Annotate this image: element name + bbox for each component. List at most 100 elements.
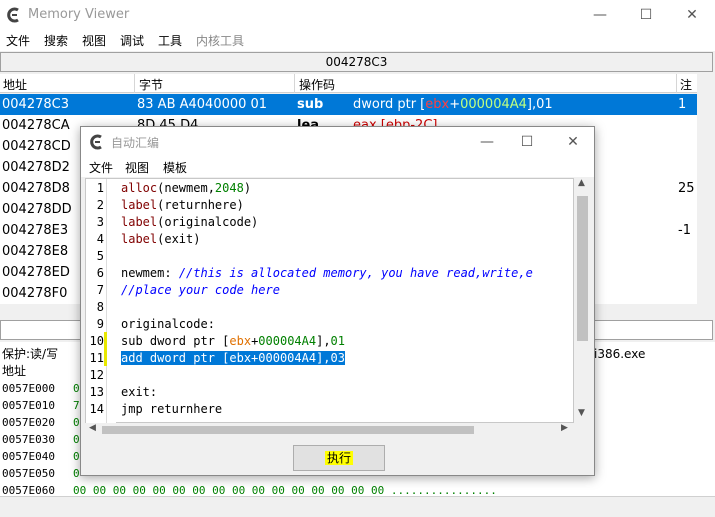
row-comment: 25 xyxy=(678,181,695,196)
line-number: 14 xyxy=(89,402,104,416)
hex-row-bytes: 0 xyxy=(73,450,80,463)
code-number: 2048 xyxy=(214,181,244,195)
line-number: 9 xyxy=(96,317,104,331)
code-text: sub dword ptr [ xyxy=(121,334,230,348)
editor-vscrollbar[interactable]: ▲ ▼ xyxy=(574,178,591,423)
maximize-icon[interactable]: ☐ xyxy=(636,5,656,25)
code-line: alloc(newmem,2048) xyxy=(121,181,251,195)
scroll-thumb[interactable] xyxy=(577,196,588,341)
close-icon[interactable]: ✕ xyxy=(682,5,702,25)
dialog-title: 自动汇编 xyxy=(111,136,160,150)
hex-row-address: 0057E050 xyxy=(2,467,55,480)
line-number: 10 xyxy=(89,334,104,348)
code-line: label(originalcode) xyxy=(121,215,258,229)
code-text: jmp returnhere xyxy=(121,402,223,416)
hex-row-bytes: 0 xyxy=(73,382,80,395)
code-editor[interactable]: 1 2 3 4 5 6 7 8 9 10 11 12 13 14 alloc(n… xyxy=(85,178,574,424)
scroll-down-icon[interactable]: ▼ xyxy=(578,408,585,418)
code-keyword: label xyxy=(121,215,158,229)
dialog-menu-view[interactable]: 视图 xyxy=(125,159,149,176)
hex-row-address: 0057E030 xyxy=(2,433,55,446)
code-line: sub dword ptr [ebx+000004A4],01 xyxy=(121,334,345,348)
hex-row-address: 0057E040 xyxy=(2,450,55,463)
hex-row-bytes: 0 xyxy=(73,433,80,446)
disasm-row[interactable]: 004278C3 83 AB A4040000 01 sub dword ptr… xyxy=(0,94,697,115)
menu-debug[interactable]: 调试 xyxy=(120,32,144,49)
dialog-menu-bar: 文件 视图 模板 xyxy=(81,157,594,177)
disassembler-header: 地址 字节 操作码 注释 xyxy=(0,74,697,109)
row-address: 004278F0 xyxy=(2,286,68,301)
row-address: 004278D2 xyxy=(2,160,70,175)
row-address: 004278CA xyxy=(2,118,70,133)
auto-assemble-dialog: 自动汇编 — ☐ ✕ 文件 视图 模板 1 2 3 4 5 6 7 8 9 10… xyxy=(80,126,595,476)
execute-button-label: 执行 xyxy=(324,451,353,465)
line-number: 11 xyxy=(89,351,104,365)
code-text: ) xyxy=(243,181,252,195)
main-title-bar: Memory Viewer — ☐ ✕ xyxy=(0,0,715,30)
row-comment: -1 xyxy=(678,223,691,238)
line-number: 6 xyxy=(96,266,104,280)
code-text: ], xyxy=(316,334,331,348)
hex-row-bytes: 0 xyxy=(73,467,80,480)
hex-row-address: 0057E020 xyxy=(2,416,55,429)
code-line: jmp returnhere xyxy=(121,402,222,416)
line-number: 13 xyxy=(89,385,104,399)
menu-tools[interactable]: 工具 xyxy=(158,32,182,49)
minimize-icon[interactable]: — xyxy=(477,132,497,152)
code-text: (exit) xyxy=(157,232,201,246)
row-address: 004278ED xyxy=(2,265,70,280)
line-number: 5 xyxy=(96,249,104,263)
code-label: exit: xyxy=(121,385,158,399)
code-text: (returnhere) xyxy=(157,198,244,212)
address-bar[interactable]: 004278C3 xyxy=(0,52,713,72)
menu-file[interactable]: 文件 xyxy=(6,32,30,49)
col-divider[interactable] xyxy=(294,74,295,93)
maximize-icon[interactable]: ☐ xyxy=(517,132,537,152)
dialog-title-bar: 自动汇编 — ☐ ✕ xyxy=(81,127,594,157)
selected-code: add dword ptr [ebx+000004A4],03 xyxy=(121,351,345,365)
line-number: 1 xyxy=(96,181,104,195)
row-args: dword ptr [ebx+000004A4],01 xyxy=(353,97,553,112)
line-number: 4 xyxy=(96,232,104,246)
dialog-menu-file[interactable]: 文件 xyxy=(89,159,113,176)
code-comment: //place your code here xyxy=(121,283,280,297)
scroll-left-icon[interactable]: ◀ xyxy=(89,423,96,433)
code-number: 000004A4 xyxy=(258,334,317,348)
code-label: newmem: xyxy=(121,266,172,280)
menu-kernel-tools[interactable]: 内核工具 xyxy=(196,32,244,49)
col-opcode[interactable]: 操作码 xyxy=(299,76,335,93)
cheat-engine-logo-icon xyxy=(90,134,102,150)
scroll-right-icon[interactable]: ▶ xyxy=(561,423,568,433)
execute-button[interactable]: 执行 xyxy=(293,445,385,471)
hex-row-bytes: 7 xyxy=(73,399,80,412)
code-register: ebx xyxy=(229,334,252,348)
modified-marker xyxy=(104,332,107,366)
dialog-menu-template[interactable]: 模板 xyxy=(163,159,187,176)
col-divider[interactable] xyxy=(134,74,135,93)
line-number: 3 xyxy=(96,215,104,229)
menu-search[interactable]: 搜索 xyxy=(44,32,68,49)
code-keyword: alloc xyxy=(121,181,158,195)
code-line: label(returnhere) xyxy=(121,198,244,212)
col-divider[interactable] xyxy=(676,74,677,93)
code-keyword: label xyxy=(121,232,158,246)
line-number: 12 xyxy=(89,368,104,382)
code-line: label(exit) xyxy=(121,232,200,246)
code-line: originalcode: xyxy=(121,317,215,331)
scroll-thumb[interactable] xyxy=(102,426,474,434)
col-address[interactable]: 地址 xyxy=(3,76,27,93)
scroll-up-icon[interactable]: ▲ xyxy=(578,178,585,188)
close-icon[interactable]: ✕ xyxy=(563,132,583,152)
minimize-icon[interactable]: — xyxy=(590,5,610,25)
module-name: i386.exe xyxy=(594,347,646,361)
editor-hscrollbar[interactable]: ◀ ▶ xyxy=(85,423,574,437)
line-number: 2 xyxy=(96,198,104,212)
code-keyword: label xyxy=(121,198,158,212)
cheat-engine-logo-icon xyxy=(7,7,19,23)
line-number: 7 xyxy=(96,283,104,297)
menu-view[interactable]: 视图 xyxy=(82,32,106,49)
status-bar xyxy=(0,496,715,517)
col-bytes[interactable]: 字节 xyxy=(139,76,163,93)
hex-row-address: 0057E000 xyxy=(2,382,55,395)
disassembler-scrollbar[interactable] xyxy=(697,74,714,304)
